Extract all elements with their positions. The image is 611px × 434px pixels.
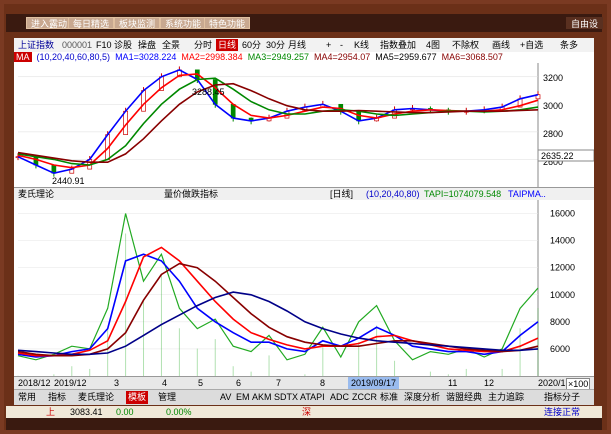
tool-panorama[interactable]: 全景 [162, 39, 180, 51]
status-market-sz: 深 [302, 407, 312, 417]
indicator-series-tapi [17, 213, 539, 361]
top-button-4[interactable]: 系统功能 [160, 17, 207, 29]
kline-button[interactable]: K线 [354, 39, 369, 51]
ma5-value: MA5=2959.677 [375, 52, 437, 62]
indicator-tick-5: 6000 [550, 344, 570, 354]
indicator-tick-1: 14000 [550, 236, 575, 246]
tab-mcs-theory[interactable]: 麦氏理论 [78, 390, 114, 405]
tab-deep-analysis[interactable]: 深度分析 [404, 390, 440, 405]
tab-template[interactable]: 模板 [126, 391, 149, 404]
tool-timeshare[interactable]: 分时 [194, 39, 212, 51]
price-chart[interactable]: 3200 3000 2800 2600 2635.22 3288.45 2440… [14, 63, 595, 187]
low-price-label: 2440.91 [52, 176, 85, 186]
indicator-tab-bar: 常用 指标 麦氏理论 模板 管理 AV EM AKM SDTX ATAPI AD… [14, 389, 594, 405]
price-series-ma1 [17, 69, 539, 175]
status-index-value: 3083.41 [70, 407, 103, 417]
tab-common[interactable]: 常用 [18, 390, 36, 405]
stock-code: 000001 [62, 40, 93, 50]
zoom-in-button[interactable]: + [326, 39, 331, 51]
indicator-header: 麦氏理论 量价做跌指标 [日线] (10,20,40,80) TAPI=1074… [14, 187, 594, 201]
tab-akm[interactable]: AKM [252, 390, 272, 405]
indicator-chart[interactable]: 16000 14000 12000 10000 8000 6000 [14, 200, 594, 380]
status-market-sh: 上 [46, 407, 56, 417]
status-bar: 上 3083.41 0.00 0.00% 深 连接正常 [6, 406, 602, 418]
tab-indicator[interactable]: 指标 [48, 390, 66, 405]
tool-diagnose[interactable]: 诊股 [114, 39, 132, 51]
ma2-value: MA2=2998.384 [181, 52, 243, 62]
ma-legend: MA (10,20,40,60,80,5) MA1=3028.224 MA2=2998… [14, 52, 594, 63]
ma4-value: MA4=2954.07 [314, 52, 371, 62]
top-button-1[interactable]: 进入露动 [26, 17, 73, 29]
status-change: 0.00 [116, 407, 134, 417]
indicator-tick-4: 8000 [550, 317, 570, 327]
indicator-tick-0: 16000 [550, 209, 575, 219]
tab-em[interactable]: EM [236, 390, 250, 405]
tool-daily[interactable]: 日线 [216, 39, 239, 51]
high-price-label: 3288.45 [192, 87, 225, 97]
tab-indicator-factor[interactable]: 指标分子 [544, 390, 580, 405]
tool-30min[interactable]: 30分 [266, 39, 285, 51]
tab-manage[interactable]: 管理 [158, 390, 176, 405]
chart-toolbar: 上证指数 000001 F10 诊股 操盘 全景 分时 日线 60分 30分 月… [14, 38, 594, 53]
indicator-tick-3: 10000 [550, 290, 575, 300]
tool-f10[interactable]: F10 [96, 39, 112, 51]
ma6-value: MA6=3068.507 [441, 52, 503, 62]
price-series-ma2 [17, 73, 539, 169]
more-button[interactable]: 条多 [560, 39, 578, 51]
tab-standard[interactable]: 标准 [380, 390, 398, 405]
indicator-tick-2: 12000 [550, 263, 575, 273]
price-chart-area[interactable]: 3200 3000 2800 2600 2635.22 3288.45 2440… [14, 63, 595, 187]
ma-label: MA [14, 52, 32, 62]
add-watchlist-button[interactable]: +自选 [520, 39, 543, 51]
tool-60min[interactable]: 60分 [242, 39, 261, 51]
draw-line-button[interactable]: 画线 [492, 39, 510, 51]
tab-sdtx[interactable]: SDTX [274, 390, 298, 405]
four-chart-button[interactable]: 4图 [426, 39, 440, 51]
time-axis: 2018/12 2019/12 3 4 5 6 7 8 2019/09/17 1… [14, 376, 594, 390]
status-pct: 0.00% [166, 407, 192, 417]
price-tick-2: 2800 [543, 129, 563, 139]
ma1-value: MA1=3028.224 [115, 52, 177, 62]
overlay-button[interactable]: 指数叠加 [380, 39, 416, 51]
tab-classic[interactable]: 谐盟经典 [446, 390, 482, 405]
tab-zccr[interactable]: ZCCR [352, 390, 377, 405]
current-price-label: 2635.22 [541, 151, 574, 161]
candle-body [141, 90, 146, 112]
tab-av[interactable]: AV [220, 390, 231, 405]
top-button-6[interactable]: 自由设 [566, 17, 604, 29]
tool-operate[interactable]: 操盘 [138, 39, 156, 51]
tab-main-force[interactable]: 主力追踪 [488, 390, 524, 405]
price-tick-1: 3000 [543, 101, 563, 111]
top-button-2[interactable]: 每日精选 [68, 17, 115, 29]
indicator-series-taipma2 [17, 246, 539, 357]
zoom-out-button[interactable]: - [340, 39, 343, 51]
ma-params: (10,20,40,60,80,5) [36, 52, 111, 62]
top-button-5[interactable]: 特色功能 [204, 17, 251, 29]
indicator-chart-area[interactable]: 16000 14000 12000 10000 8000 6000 [14, 200, 594, 380]
ma3-value: MA3=2949.257 [247, 52, 309, 62]
tab-atapi[interactable]: ATAPI [300, 390, 325, 405]
price-tick-0: 3200 [543, 73, 563, 83]
no-rights-button[interactable]: 不除权 [452, 39, 479, 51]
top-button-3[interactable]: 板块监测 [114, 17, 161, 29]
tool-monthly[interactable]: 月线 [288, 39, 306, 51]
bottom-bar [6, 418, 602, 430]
top-menu-bar: 进入露动 每日精选 板块监测 系统功能 特色功能 自由设 [6, 14, 604, 32]
tab-adc[interactable]: ADC [330, 390, 349, 405]
connection-status: 连接正常 [544, 407, 581, 417]
stock-title: 上证指数 [18, 40, 55, 50]
